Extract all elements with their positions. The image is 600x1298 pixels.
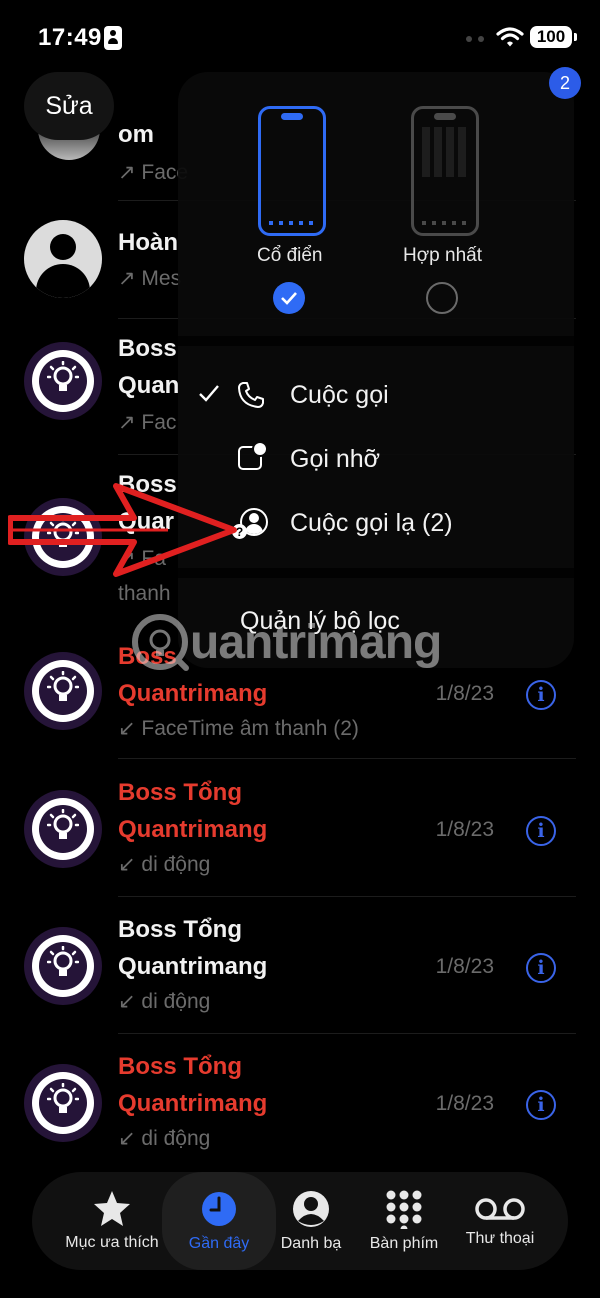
call-name-line1: Boss Tổng [118,916,242,943]
avatar [24,1064,102,1142]
star-icon [94,1191,130,1226]
call-row[interactable]: Boss Tổng Quantrimang ↙ di động 1/8/23 i [0,1042,600,1170]
keypad-icon [386,1190,422,1229]
avatar [24,342,102,420]
call-name-line1: Boss [118,335,177,362]
tab-label: Bàn phím [369,1235,439,1252]
voicemail-icon [475,1198,525,1220]
info-button[interactable]: i [526,680,556,710]
call-name-line2: Quan [118,372,180,399]
missed-dot [252,441,268,457]
row-divider [118,1033,576,1034]
call-type: ↙ di động [118,853,211,876]
tab-keypad[interactable]: Bàn phím [360,1172,448,1270]
call-type: ↗ Mes [118,267,182,290]
checkmark-icon [199,385,219,402]
menu-divider [178,336,574,346]
avatar [24,927,102,1005]
tab-recents[interactable]: Gần đây [162,1172,276,1270]
checkmark-selected-icon[interactable] [273,282,305,314]
filter-item-label: Cuộc gọi [290,381,389,409]
tab-label: Danh bạ [280,1235,342,1252]
filter-item-label: Gọi nhỡ [290,445,381,473]
filter-item-label: Cuộc gọi lạ (2) [290,509,453,537]
avatar [24,220,102,298]
call-name-line1: Boss Tổng [118,779,242,806]
call-type-line2: thanh [118,582,171,605]
call-name-line2: Quantrimang [118,816,268,843]
notification-badge: 2 [549,67,581,99]
tab-voicemail[interactable]: Thư thoại [456,1172,544,1270]
info-button[interactable]: i [526,816,556,846]
call-type: ↙ di động [118,990,211,1013]
call-type: ↙ FaceTime âm thanh (2) [118,717,359,740]
wifi-icon [496,27,524,47]
call-name-line2: Quantrimang [118,680,268,707]
annotation-arrow [8,483,237,577]
avatar [24,652,102,730]
watermark-logo-icon [132,614,189,671]
call-name-line2: om [118,121,154,148]
classic-view-option[interactable] [258,106,326,236]
call-row[interactable]: Boss Tổng Quantrimang ↙ di động 1/8/23 i [0,768,600,897]
call-type: ↙ di động [118,1127,211,1150]
id-card-icon [104,26,122,50]
call-row[interactable]: Boss Tổng Quantrimang ↙ di động 1/8/23 i [0,905,600,1034]
info-button[interactable]: i [526,953,556,983]
watermark-text: uantrimang [190,615,442,669]
watermark: uantrimang [130,612,442,672]
call-date: 1/8/23 [435,1092,494,1115]
call-name-line1: Boss Tổng [118,1053,242,1080]
filter-item-calls[interactable]: Cuộc gọi [178,366,574,426]
call-date: 1/8/23 [435,682,494,705]
phone-icon [238,382,264,408]
status-time: 17:49 [38,24,102,51]
unified-view-label: Hợp nhất [403,245,483,266]
tab-bar: Mục ưa thích Gần đây Danh bạ Bàn phím Th… [32,1172,568,1270]
call-type: ↗ Fac [118,411,177,434]
call-date: 1/8/23 [435,818,494,841]
row-divider [118,758,576,759]
tab-label: Mục ưa thích [65,1234,159,1251]
avatar [24,790,102,868]
radio-unselected-icon[interactable] [426,282,458,314]
tab-favorites[interactable]: Mục ưa thích [48,1172,176,1270]
call-date: 1/8/23 [435,955,494,978]
contact-icon [293,1191,329,1227]
clock-icon [202,1192,236,1226]
unified-view-option[interactable] [411,106,479,236]
edit-button[interactable]: Sửa [24,72,114,140]
call-name-line2: Quantrimang [118,1090,268,1117]
battery-indicator: 100 [530,26,577,48]
row-divider [118,896,576,897]
signal-dot-icon [466,36,472,42]
call-name-line2: Quantrimang [118,953,268,980]
signal-dot-icon [478,36,484,42]
info-button[interactable]: i [526,1090,556,1120]
tab-label: Gần đây [188,1235,250,1252]
classic-view-label: Cổ điển [257,245,323,266]
tab-label: Thư thoại [465,1230,535,1247]
call-name-line1: Hoàn [118,229,178,256]
tab-contacts[interactable]: Danh bạ [270,1172,352,1270]
